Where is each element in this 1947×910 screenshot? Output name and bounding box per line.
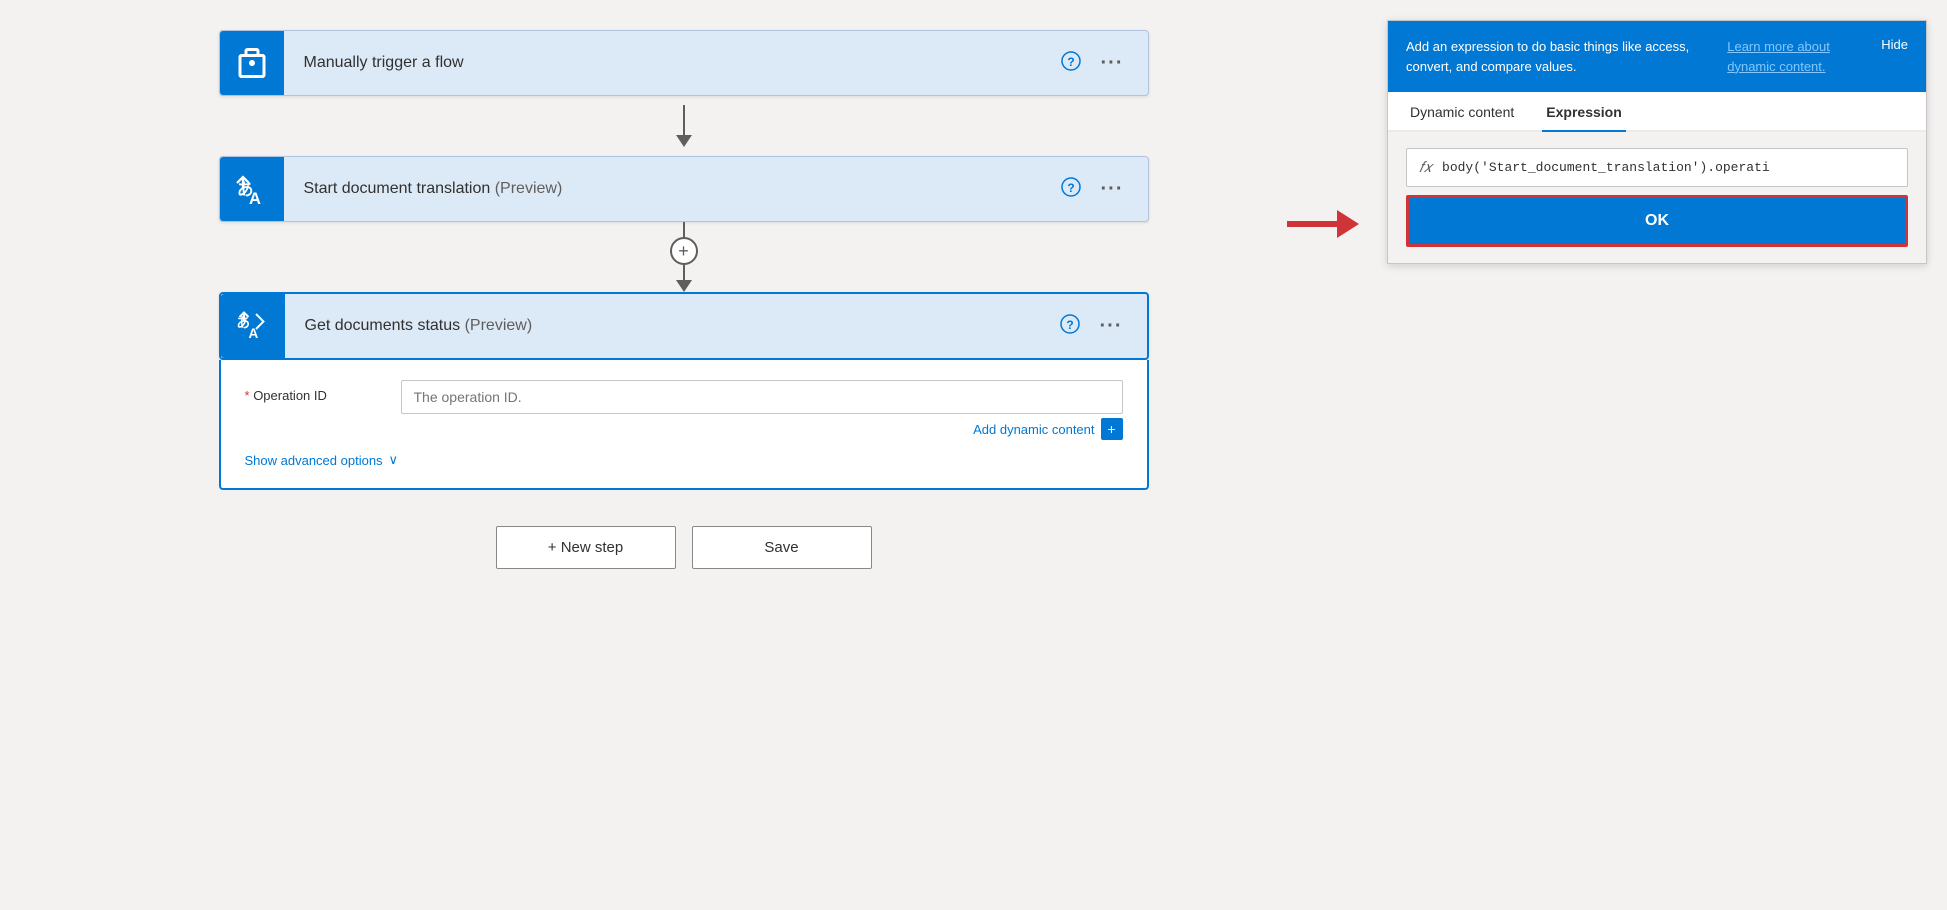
operation-id-input[interactable] bbox=[401, 380, 1123, 414]
bottom-buttons: + New step Save bbox=[496, 526, 872, 569]
red-arrow bbox=[1287, 210, 1359, 238]
dynamic-content-row: Add dynamic content + bbox=[401, 418, 1123, 440]
operation-id-label: * Operation ID bbox=[245, 380, 385, 403]
flow-canvas: Manually trigger a flow ? ··· あ A Start … bbox=[0, 0, 1367, 910]
fx-label: 𝑓𝑥 bbox=[1419, 159, 1432, 176]
panel-body: 𝑓𝑥 body('Start_document_translation').op… bbox=[1388, 132, 1926, 263]
status-step-content: * Operation ID Add dynamic content + Sho… bbox=[219, 360, 1149, 490]
tab-dynamic-content[interactable]: Dynamic content bbox=[1406, 92, 1518, 132]
expression-input-row: 𝑓𝑥 body('Start_document_translation').op… bbox=[1406, 148, 1908, 187]
svg-text:?: ? bbox=[1066, 318, 1073, 332]
trigger-actions: ? ··· bbox=[1057, 47, 1148, 80]
dynamic-panel-description: Add an expression to do basic things lik… bbox=[1406, 37, 1724, 76]
status-more-button[interactable]: ··· bbox=[1096, 311, 1127, 342]
trigger-title: Manually trigger a flow bbox=[284, 54, 1057, 72]
status-actions: ? ··· bbox=[1056, 310, 1147, 343]
dynamic-content-plus-button[interactable]: + bbox=[1101, 418, 1123, 440]
status-block[interactable]: あ A Get documents status (Preview) ? ··· bbox=[219, 292, 1149, 360]
trigger-block[interactable]: Manually trigger a flow ? ··· bbox=[219, 30, 1149, 96]
translation-more-button[interactable]: ··· bbox=[1097, 174, 1128, 205]
translation-icon: あ A bbox=[220, 157, 284, 221]
add-step-button[interactable]: + bbox=[670, 237, 698, 265]
add-dynamic-content-link[interactable]: Add dynamic content bbox=[973, 422, 1094, 437]
learn-more-link[interactable]: Learn more about dynamic content. bbox=[1727, 37, 1869, 76]
save-button[interactable]: Save bbox=[692, 526, 872, 569]
operation-id-input-wrap: Add dynamic content + bbox=[401, 380, 1123, 440]
svg-text:A: A bbox=[249, 190, 261, 207]
dynamic-panel-header: Add an expression to do basic things lik… bbox=[1388, 21, 1926, 92]
status-title: Get documents status (Preview) bbox=[285, 317, 1056, 335]
status-icon: あ A bbox=[221, 294, 285, 358]
connector-1 bbox=[676, 96, 692, 156]
dynamic-content-panel: Add an expression to do basic things lik… bbox=[1387, 20, 1927, 264]
expression-value[interactable]: body('Start_document_translation').opera… bbox=[1442, 160, 1895, 175]
translation-title: Start document translation (Preview) bbox=[284, 180, 1057, 198]
svg-text:?: ? bbox=[1067, 181, 1074, 195]
trigger-icon bbox=[220, 31, 284, 95]
panel-tabs: Dynamic content Expression bbox=[1388, 92, 1926, 132]
new-step-button[interactable]: + New step bbox=[496, 526, 676, 569]
translation-block[interactable]: あ A Start document translation (Preview)… bbox=[219, 156, 1149, 222]
svg-text:?: ? bbox=[1067, 55, 1074, 69]
hide-button[interactable]: Hide bbox=[1881, 37, 1908, 52]
show-advanced-options[interactable]: Show advanced options ∨ bbox=[245, 452, 1123, 468]
translation-help-button[interactable]: ? bbox=[1057, 173, 1085, 206]
status-help-button[interactable]: ? bbox=[1056, 310, 1084, 343]
plus-connector: + bbox=[670, 222, 698, 292]
operation-id-row: * Operation ID Add dynamic content + bbox=[245, 380, 1123, 440]
right-panel: Add an expression to do basic things lik… bbox=[1367, 0, 1947, 910]
translation-actions: ? ··· bbox=[1057, 173, 1148, 206]
tab-expression[interactable]: Expression bbox=[1542, 92, 1625, 132]
trigger-help-button[interactable]: ? bbox=[1057, 47, 1085, 80]
ok-button[interactable]: OK bbox=[1406, 195, 1908, 247]
trigger-more-button[interactable]: ··· bbox=[1097, 48, 1128, 79]
